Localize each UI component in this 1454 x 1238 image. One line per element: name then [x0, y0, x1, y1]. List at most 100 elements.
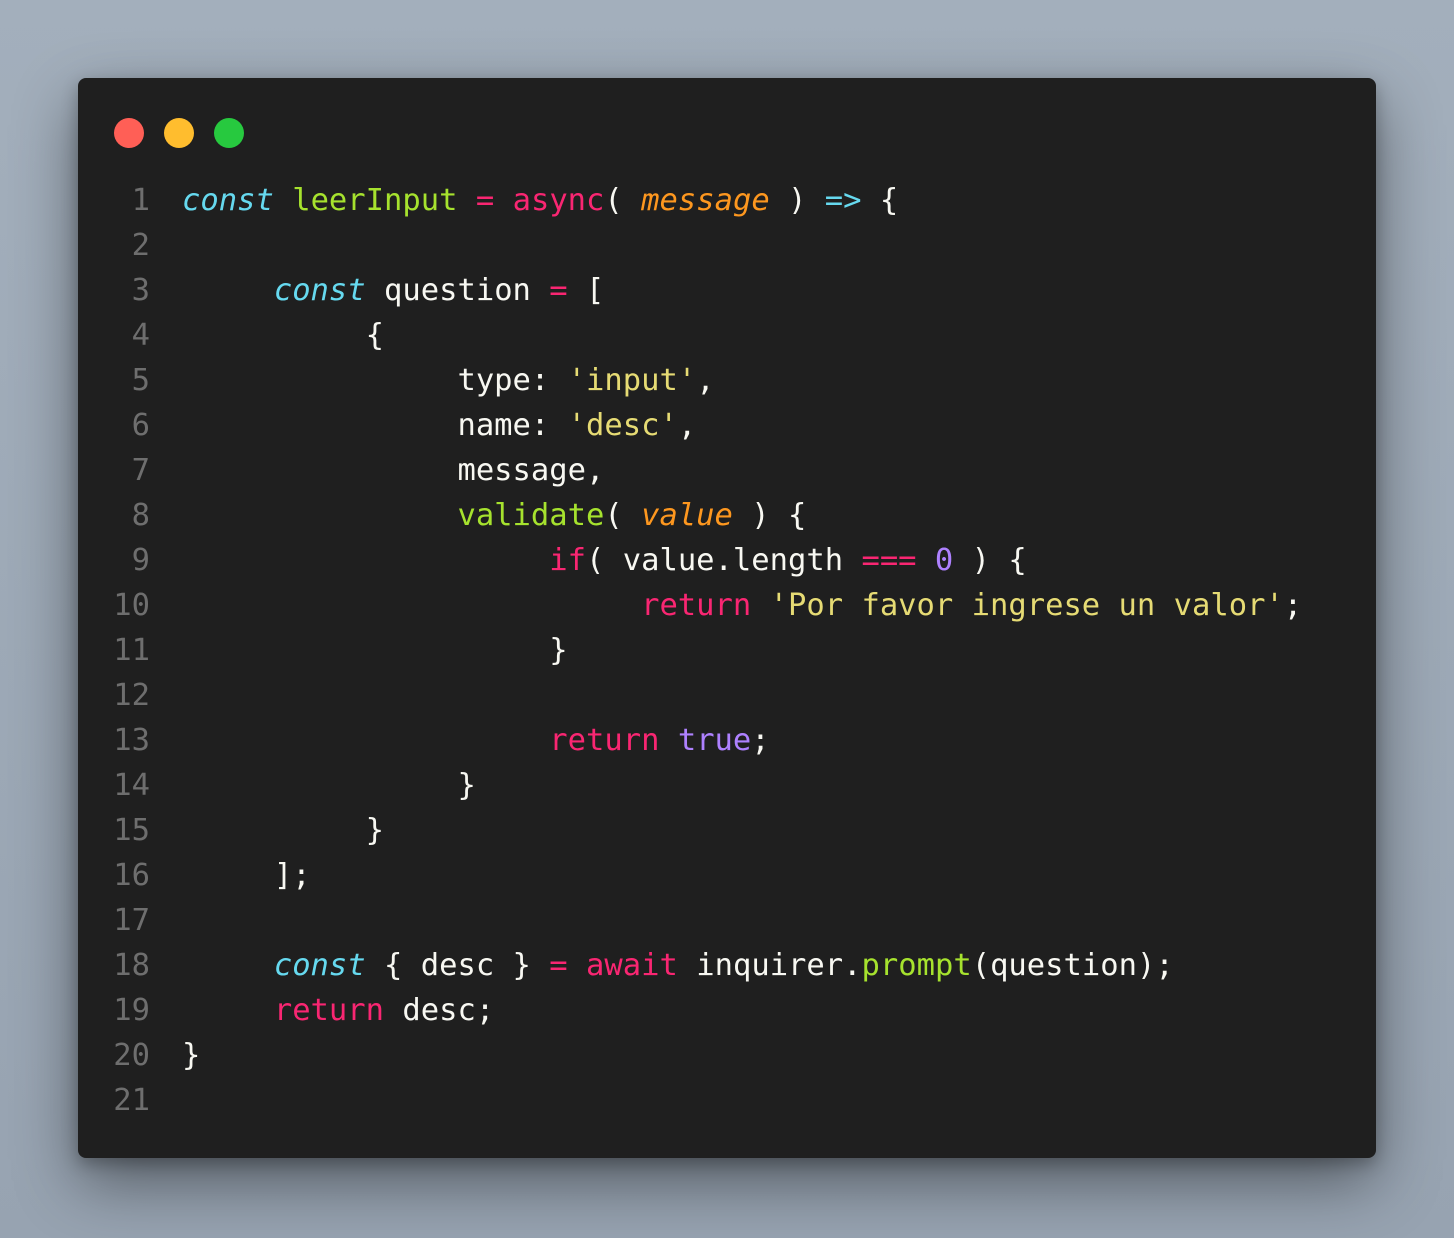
- line-source: name: 'desc',: [182, 403, 696, 448]
- code-line: 2: [78, 223, 1376, 268]
- line-number: 7: [131, 453, 150, 488]
- line-source: }: [182, 763, 476, 808]
- code-token: desc;: [384, 993, 495, 1028]
- code-token: (: [604, 498, 642, 533]
- code-token: ) {: [953, 543, 1027, 578]
- code-token: 'Por favor ingrese un valor': [769, 588, 1284, 623]
- line-source: return desc;: [182, 988, 494, 1033]
- code-token: [: [567, 273, 605, 308]
- line-source: return 'Por favor ingrese un valor';: [182, 583, 1302, 628]
- code-token: {: [861, 183, 899, 218]
- code-token: =: [475, 183, 495, 218]
- code-token: return: [641, 588, 752, 623]
- code-line: 1 const leerInput = async( message ) => {: [78, 178, 1376, 223]
- code-line: 8 validate( value ) {: [78, 493, 1376, 538]
- code-token: const: [273, 273, 366, 308]
- line-number: 6: [131, 408, 150, 443]
- line-source: {: [182, 313, 384, 358]
- line-number: 12: [113, 678, 150, 713]
- line-source: return true;: [182, 718, 769, 763]
- code-line: 9 if( value.length === 0 ) {: [78, 538, 1376, 583]
- code-token: validate: [457, 498, 605, 533]
- code-token: question: [365, 273, 550, 308]
- line-number: 2: [131, 228, 150, 263]
- code-line: 10 return 'Por favor ingrese un valor';: [78, 583, 1376, 628]
- close-dot[interactable]: [114, 118, 144, 148]
- line-number: 11: [113, 633, 150, 668]
- code-token: const: [182, 183, 274, 218]
- line-number: 1: [131, 183, 150, 218]
- code-token: }: [457, 768, 476, 803]
- code-token: }: [365, 813, 385, 848]
- line-number: 3: [131, 273, 150, 308]
- line-number: 10: [113, 588, 150, 623]
- maximize-dot[interactable]: [214, 118, 244, 148]
- line-number: 16: [113, 858, 150, 893]
- line-source: validate( value ) {: [182, 493, 806, 538]
- code-token: ];: [273, 858, 311, 893]
- code-token: {: [365, 318, 385, 353]
- code-line: 14 }: [78, 763, 1376, 808]
- line-number: 14: [113, 768, 150, 803]
- code-token: 'input': [567, 363, 697, 398]
- code-token: }: [182, 1038, 201, 1073]
- line-number: 21: [113, 1083, 150, 1118]
- code-token: leerInput: [292, 183, 458, 218]
- line-number: 18: [113, 948, 150, 983]
- code-token: name:: [457, 408, 568, 443]
- line-number: 9: [131, 543, 150, 578]
- code-token: ===: [861, 543, 917, 578]
- code-token: 0: [934, 543, 954, 578]
- line-source: type: 'input',: [182, 358, 715, 403]
- line-source: }: [182, 808, 384, 853]
- code-token: ( value.length: [586, 543, 862, 578]
- code-token: (: [604, 183, 642, 218]
- code-line: 20}: [78, 1033, 1376, 1078]
- code-token: ): [769, 183, 825, 218]
- code-line: 16 ];: [78, 853, 1376, 898]
- code-token: =: [549, 273, 568, 308]
- code-token: message,: [457, 453, 605, 488]
- code-token: await: [586, 948, 678, 983]
- code-token: 'desc': [567, 408, 678, 443]
- code-line: 7 message,: [78, 448, 1376, 493]
- code-line: 5 type: 'input',: [78, 358, 1376, 403]
- line-number: 8: [131, 498, 150, 533]
- code-line: 19 return desc;: [78, 988, 1376, 1033]
- code-token: const: [273, 948, 366, 983]
- code-token: ,: [696, 363, 715, 398]
- line-source: const question = [: [182, 268, 605, 313]
- code-line: 18 const { desc } = await inquirer.promp…: [78, 943, 1376, 988]
- code-line: 15 }: [78, 808, 1376, 853]
- code-token: async: [512, 183, 605, 218]
- code-line: 12: [78, 673, 1376, 718]
- code-token: (question);: [971, 948, 1174, 983]
- code-token: type:: [457, 363, 568, 398]
- code-token: if: [549, 543, 586, 578]
- code-token: }: [549, 633, 568, 668]
- minimize-dot[interactable]: [164, 118, 194, 148]
- code-token: ;: [1283, 588, 1303, 623]
- line-number: 4: [131, 318, 150, 353]
- code-line: 17: [78, 898, 1376, 943]
- line-source: }: [182, 628, 568, 673]
- code-line: 13 return true;: [78, 718, 1376, 763]
- code-token: =>: [824, 183, 862, 218]
